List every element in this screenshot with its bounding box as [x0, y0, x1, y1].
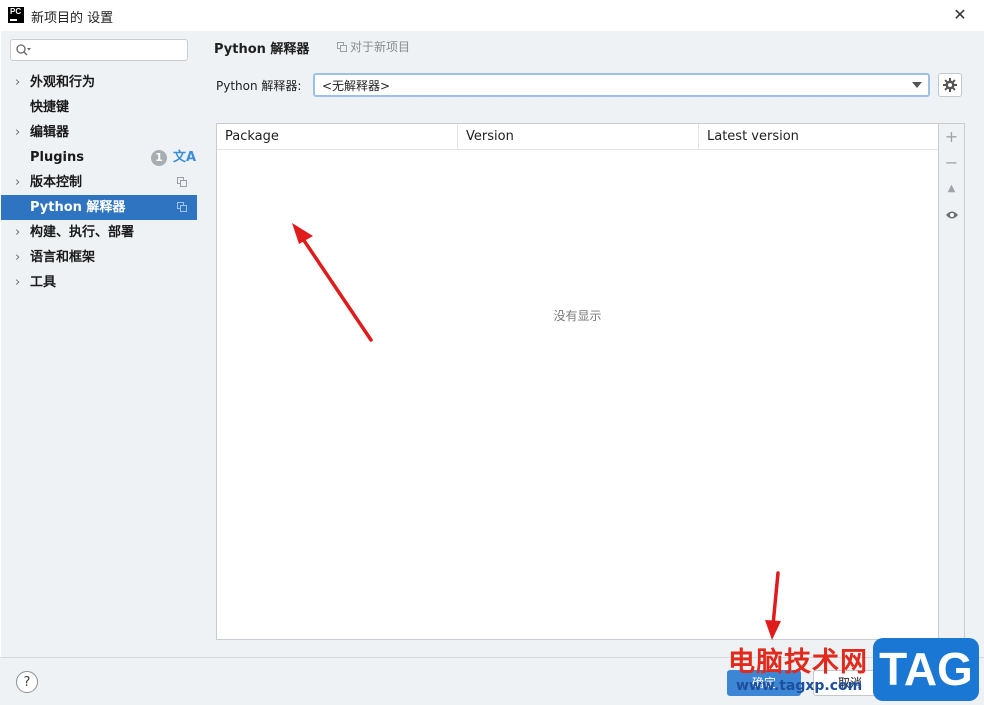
close-window-button[interactable]: ✕	[946, 2, 974, 28]
show-early-releases-button[interactable]	[939, 204, 964, 226]
sidebar-item-tools[interactable]: › 工具	[1, 270, 197, 295]
tag-logo: TAG	[873, 638, 979, 701]
watermark-site-name: 电脑技术网	[728, 647, 868, 678]
chevron-right-icon: ›	[15, 75, 21, 90]
sidebar-item-label: Plugins	[30, 150, 84, 165]
pycharm-app-icon: PC	[8, 7, 24, 23]
interpreter-selected-value: <无解释器>	[322, 79, 391, 93]
sidebar-item-version-control[interactable]: › 版本控制	[1, 170, 197, 195]
translate-icon: 文A	[173, 150, 197, 165]
settings-sidebar: › 外观和行为 快捷键 › 编辑器 Plugins 1 文A › 版本控制 Py…	[1, 31, 197, 657]
sidebar-item-appearance[interactable]: › 外观和行为	[1, 70, 197, 95]
column-header-latest-version[interactable]: Latest version	[699, 124, 938, 149]
search-icon	[16, 44, 31, 56]
page-title: Python 解释器	[214, 42, 310, 57]
sidebar-item-label: 工具	[30, 275, 57, 290]
empty-table-message: 没有显示	[553, 309, 602, 323]
column-header-version[interactable]: Version	[458, 124, 699, 149]
interpreter-dropdown[interactable]: <无解释器>	[313, 73, 930, 97]
help-button[interactable]: ?	[16, 671, 38, 693]
interpreter-label: Python 解释器:	[216, 79, 302, 93]
sidebar-item-keymap[interactable]: 快捷键	[1, 95, 197, 120]
sidebar-item-python-interpreter[interactable]: Python 解释器	[1, 195, 197, 220]
search-input[interactable]	[35, 42, 187, 60]
window-title: 新项目的 设置	[31, 11, 114, 26]
sidebar-item-plugins[interactable]: Plugins 1 文A	[1, 145, 197, 170]
sidebar-item-build-execution-deployment[interactable]: › 构建、执行、部署	[1, 220, 197, 245]
remove-package-button[interactable]: −	[939, 152, 964, 174]
sidebar-item-label: 外观和行为	[30, 75, 96, 90]
project-scope-icon	[337, 42, 347, 52]
project-scope-icon	[177, 202, 187, 212]
sidebar-item-label: 版本控制	[30, 175, 83, 190]
sidebar-item-label: 语言和框架	[30, 250, 96, 265]
chevron-right-icon: ›	[15, 125, 21, 140]
package-toolbar: + − ▲	[939, 123, 965, 640]
sidebar-item-label: Python 解释器	[30, 200, 126, 215]
settings-search-field[interactable]	[10, 39, 188, 61]
chevron-right-icon: ›	[15, 175, 21, 190]
sidebar-item-label: 快捷键	[30, 100, 70, 115]
sidebar-item-languages-frameworks[interactable]: › 语言和框架	[1, 245, 197, 270]
triangle-up-icon: ▲	[947, 183, 956, 194]
interpreter-settings-button[interactable]	[938, 73, 962, 97]
help-label: ?	[23, 675, 31, 690]
sidebar-item-editor[interactable]: › 编辑器	[1, 120, 197, 145]
gear-icon	[943, 78, 957, 92]
watermark-url: www.tagxp.com	[736, 678, 863, 694]
chevron-right-icon: ›	[15, 250, 21, 265]
chevron-right-icon: ›	[15, 225, 21, 240]
project-scope-text: 对于新项目	[350, 40, 411, 54]
plus-icon: +	[944, 127, 959, 146]
eye-icon	[945, 211, 958, 219]
chevron-right-icon: ›	[15, 275, 21, 290]
table-header: Package Version Latest version	[217, 124, 938, 150]
chevron-down-icon	[912, 82, 922, 88]
sidebar-item-label: 构建、执行、部署	[30, 225, 135, 240]
title-bar: PC 新项目的 设置 ✕	[0, 0, 984, 31]
column-header-package[interactable]: Package	[217, 124, 458, 149]
upgrade-package-button[interactable]: ▲	[939, 178, 964, 200]
sidebar-item-label: 编辑器	[30, 125, 70, 140]
project-scope-label: 对于新项目	[337, 38, 410, 55]
add-package-button[interactable]: +	[939, 126, 964, 148]
settings-content: Python 解释器 对于新项目 Python 解释器: <无解释器> Pack…	[197, 31, 984, 657]
minus-icon: −	[944, 153, 959, 172]
update-count-badge: 1	[151, 150, 167, 166]
project-scope-icon	[177, 177, 187, 187]
packages-table: Package Version Latest version 没有显示	[216, 123, 939, 640]
